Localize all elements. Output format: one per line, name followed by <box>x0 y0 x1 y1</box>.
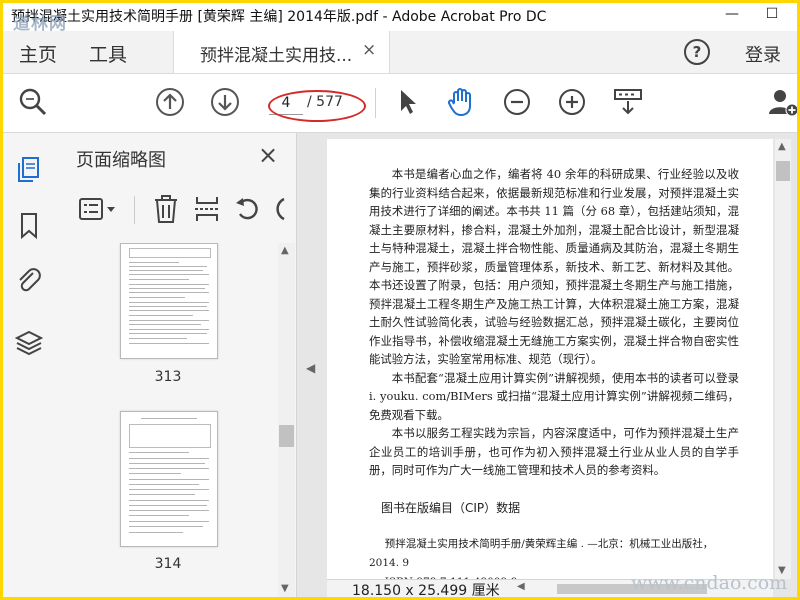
previous-page-icon[interactable] <box>154 86 186 118</box>
tab-close-button[interactable]: × <box>362 40 376 60</box>
thumbnail-list: 313 314 <box>56 243 278 597</box>
document-scrollbar[interactable]: ▲ ▼ <box>775 139 791 579</box>
highlight-annotation <box>268 90 366 122</box>
menu-tools[interactable]: 工具 <box>89 40 127 67</box>
login-button[interactable]: 登录 <box>745 41 781 67</box>
panel-scrollbar[interactable]: ▲ ▼ <box>278 243 295 597</box>
page-thumbnails-panel: 页面缩略图 × 313 314 ▲ ▼ <box>56 133 297 597</box>
insert-page-icon[interactable] <box>193 194 221 224</box>
page-thumbnail[interactable] <box>120 243 218 359</box>
document-view: ◀ 本书是编者心血之作，编者将 40 余年的科研成果、行业经验以及收集的行业资料… <box>297 133 797 597</box>
window-title: 预拌混凝土实用技术简明手册 [黄荣辉 主编] 2014年版.pdf - Adob… <box>11 9 547 25</box>
zoom-out-icon[interactable] <box>501 86 533 118</box>
panel-title: 页面缩略图 <box>76 150 166 171</box>
pdf-page: 本书是编者心血之作，编者将 40 余年的科研成果、行业经验以及收集的行业资料结合… <box>327 139 773 588</box>
fit-page-icon[interactable] <box>612 86 644 118</box>
zoom-search-icon[interactable] <box>17 86 49 118</box>
cip-heading: 图书在版编目（CIP）数据 <box>381 501 521 515</box>
panel-close-button[interactable]: × <box>258 141 278 169</box>
attachment-icon[interactable] <box>15 267 43 295</box>
menu-bar: 主页 工具 预拌混凝土实用技... × ? 登录 <box>3 31 797 74</box>
rotate-clockwise-icon[interactable] <box>272 194 286 224</box>
menu-home[interactable]: 主页 <box>19 40 57 67</box>
add-user-icon[interactable] <box>767 86 797 118</box>
panel-scroll-thumb[interactable] <box>279 425 294 447</box>
next-page-icon[interactable] <box>209 86 241 118</box>
maximize-button[interactable]: ☐ <box>755 3 789 27</box>
select-cursor-icon[interactable] <box>391 86 423 118</box>
layers-icon[interactable] <box>15 329 43 357</box>
page-thumbnail[interactable] <box>120 411 218 547</box>
panel-toolbar <box>56 188 296 232</box>
toolbar-divider <box>375 88 376 118</box>
document-scroll-thumb[interactable] <box>776 161 790 181</box>
scroll-up-arrow[interactable]: ▲ <box>778 141 786 152</box>
zoom-in-icon[interactable] <box>556 86 588 118</box>
hand-tool-icon[interactable] <box>445 86 477 118</box>
watermark-site: www.cndao.com <box>631 572 788 594</box>
document-tab[interactable]: 预拌混凝土实用技... × <box>173 31 390 73</box>
bookmark-icon[interactable] <box>15 211 43 239</box>
rotate-page-icon[interactable] <box>234 194 262 224</box>
collapse-panel-arrow[interactable]: ◀ <box>306 361 315 375</box>
page-size-readout: 18.150 x 25.499 厘米 <box>352 583 500 597</box>
cip-line: 2014. 9 <box>369 557 410 569</box>
title-bar: 预拌混凝土实用技术简明手册 [黄荣辉 主编] 2014年版.pdf - Adob… <box>3 3 797 27</box>
paragraph: 本书配套“混凝土应用计算实例”讲解视频，使用本书的读者可以登录 i. youku… <box>369 370 739 422</box>
page-body-text: 本书是编者心血之作，编者将 40 余年的科研成果、行业经验以及收集的行业资料结合… <box>369 165 739 480</box>
minimize-button[interactable]: — <box>715 3 749 27</box>
page-thumbnails-icon[interactable] <box>15 155 43 183</box>
scroll-left-arrow[interactable]: ◀ <box>517 581 525 592</box>
scroll-down-arrow[interactable]: ▼ <box>281 583 289 594</box>
paragraph: 本书以服务工程实践为宗旨，内容深度适中，可作为预拌混凝土生产企业员工的培训手册，… <box>369 426 739 477</box>
delete-page-icon[interactable] <box>152 194 180 224</box>
document-tab-label: 预拌混凝土实用技... <box>200 46 353 66</box>
scroll-up-arrow[interactable]: ▲ <box>281 245 289 256</box>
thumbnail-page-number: 314 <box>154 556 182 572</box>
acrobat-window: 预拌混凝土实用技术简明手册 [黄荣辉 主编] 2014年版.pdf - Adob… <box>3 3 797 597</box>
thumbnail-options-icon[interactable] <box>78 194 118 224</box>
cip-line: 预拌混凝土实用技术简明手册/黄荣辉主编 . —北京：机械工业出版社， <box>384 538 714 550</box>
navigation-rail <box>3 133 57 597</box>
panel-tools-divider <box>134 196 135 224</box>
thumbnail-page-number: 313 <box>154 369 182 385</box>
toolbar: 4 / 577 <box>3 74 797 133</box>
paragraph: 本书是编者心血之作，编者将 40 余年的科研成果、行业经验以及收集的行业资料结合… <box>369 167 739 366</box>
help-button[interactable]: ? <box>684 39 710 65</box>
